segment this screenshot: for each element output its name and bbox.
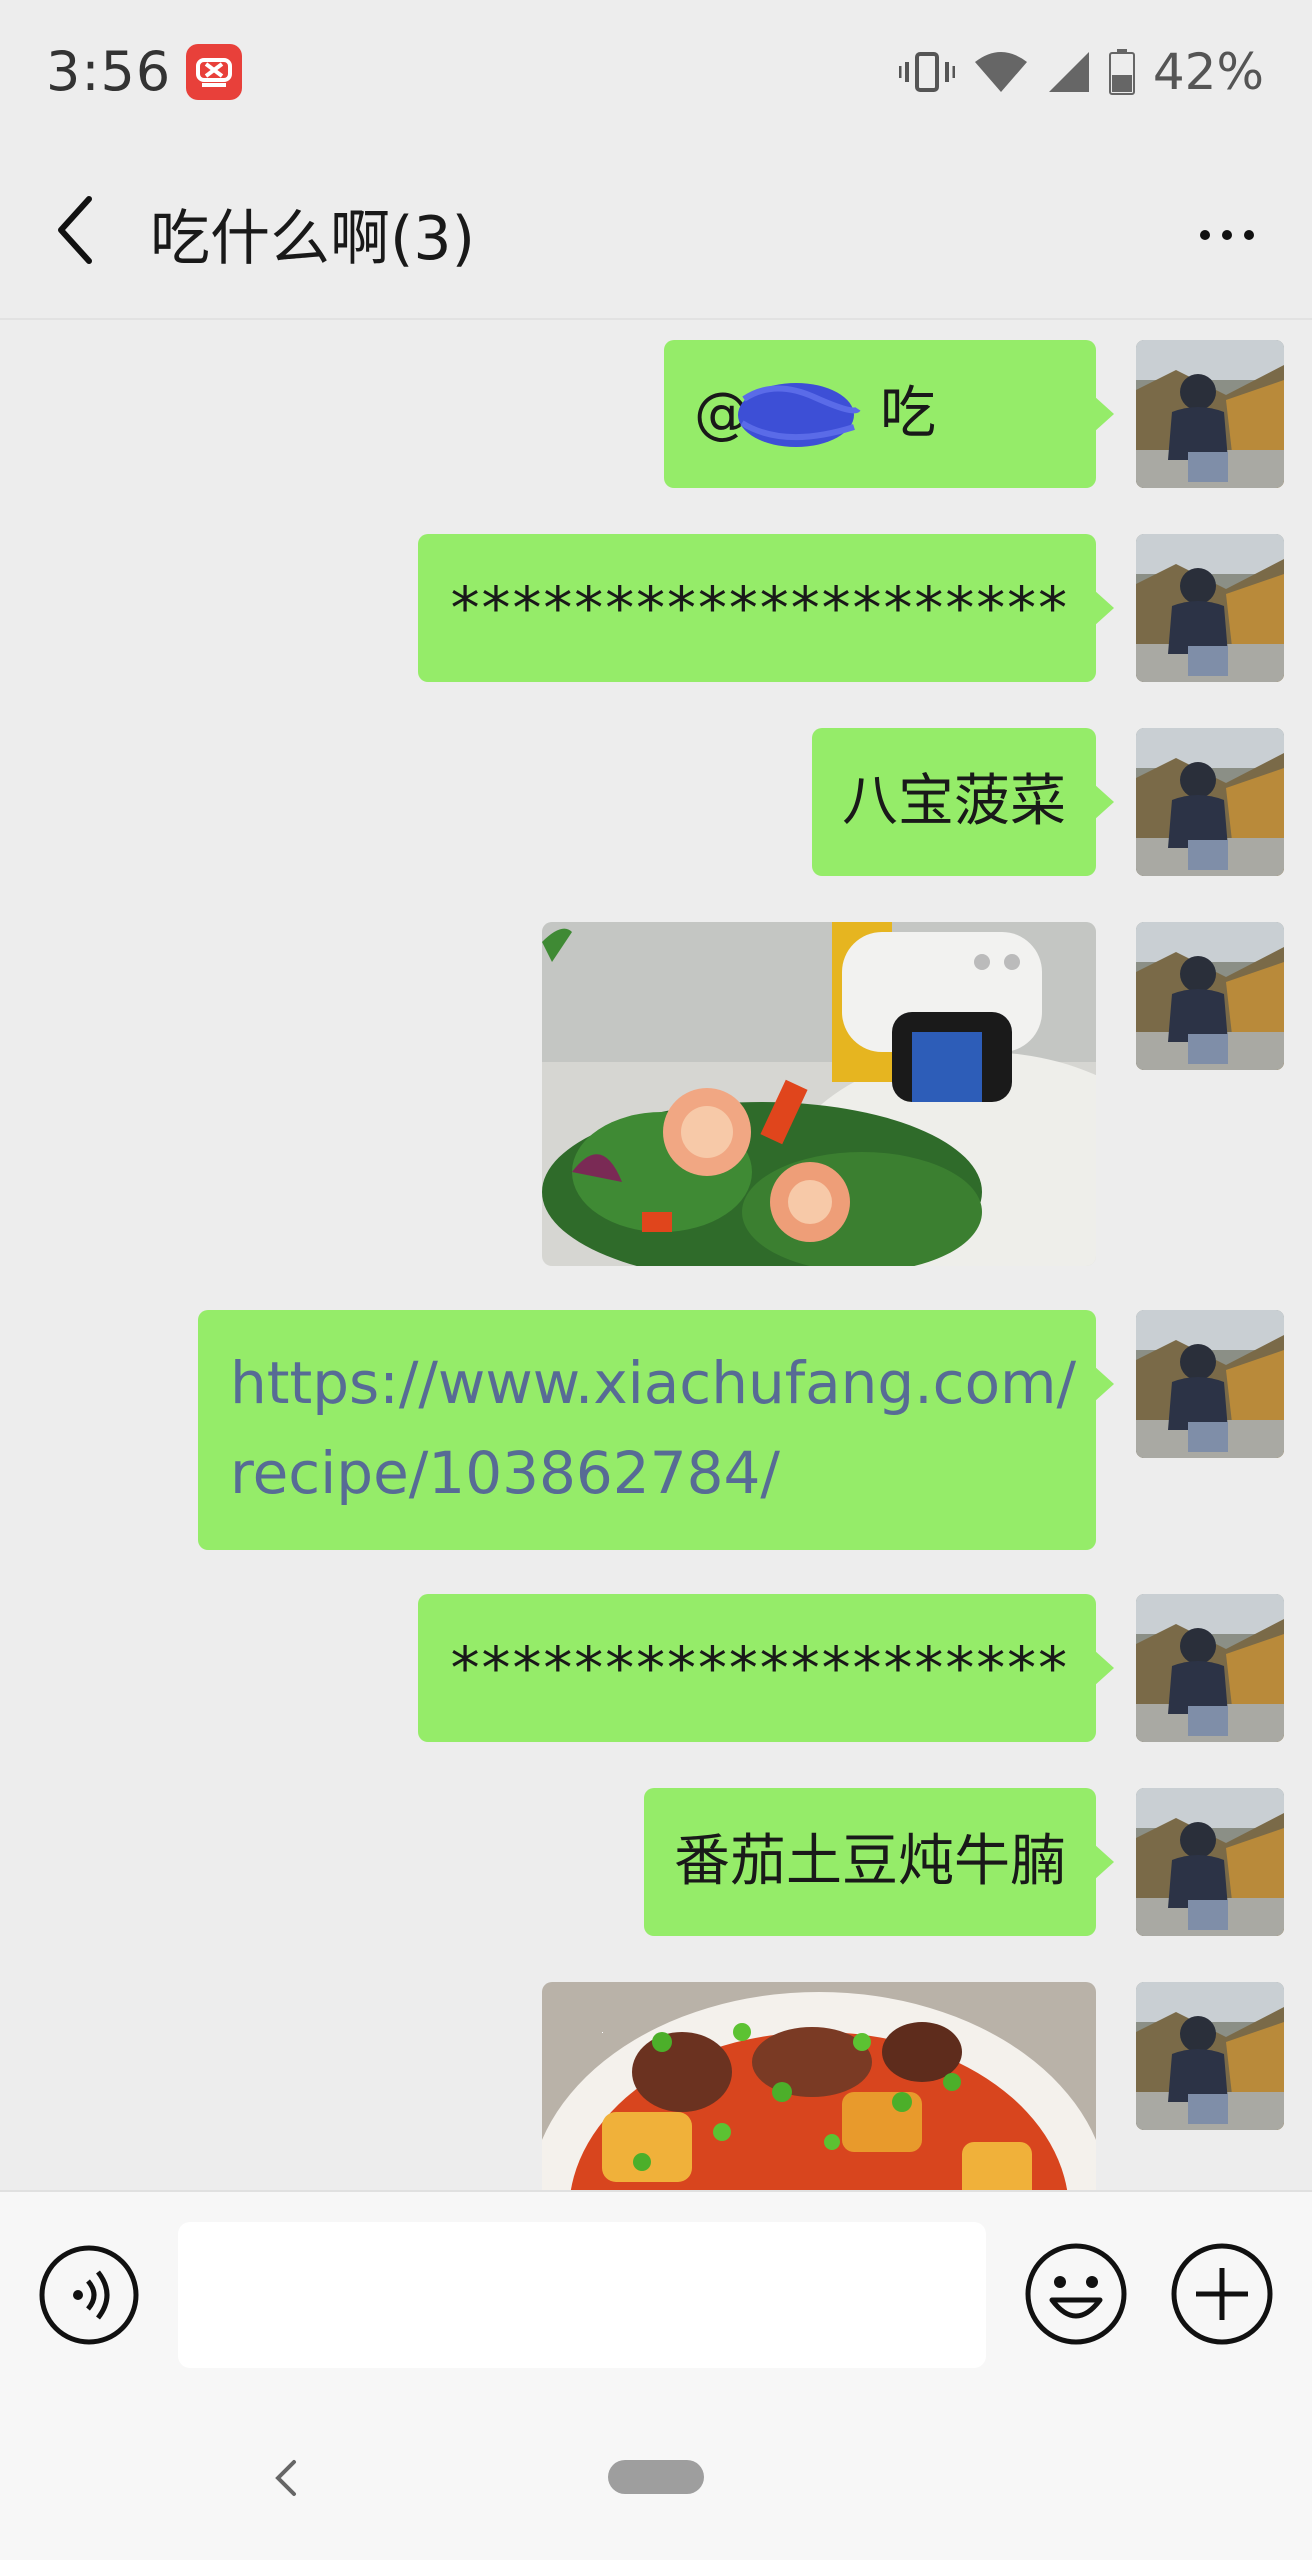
nav-back-icon: [275, 2460, 296, 2496]
input-bar: [0, 2190, 1312, 2402]
more-functions-button[interactable]: [1170, 2242, 1274, 2346]
link-text-line2[interactable]: recipe/103862784/: [230, 1428, 1064, 1518]
signal-icon: [1048, 52, 1089, 92]
message-bubble[interactable]: ********************: [417, 1594, 1115, 1742]
avatar[interactable]: [1136, 1982, 1284, 2130]
avatar[interactable]: [1136, 1594, 1284, 1742]
beef-stew-image[interactable]: [542, 1982, 1096, 2190]
battery-percent: 42%: [1152, 43, 1264, 101]
message-bubble[interactable]: 八宝菠菜: [812, 728, 1114, 876]
battery-icon: [1108, 49, 1135, 95]
vibrate-icon: [898, 52, 955, 92]
title-bar: 吃什么啊(3): [0, 145, 1312, 320]
avatar[interactable]: [1136, 340, 1284, 488]
message-bubble[interactable]: ********************: [417, 534, 1115, 682]
message-row: https://www.xiachufang.com/ recipe/10386…: [198, 1310, 1284, 1550]
message-row: 番茄土豆炖牛腩: [644, 1788, 1284, 1936]
message-row: [542, 922, 1284, 1266]
message-text: ********************: [447, 574, 1070, 642]
chat-screen: 3:56 42% 吃什么啊(3) @吃 ********************…: [0, 0, 1312, 2560]
shrimp-dish-image[interactable]: [542, 922, 1096, 1266]
message-input[interactable]: [178, 2222, 986, 2368]
more-dot: [1200, 230, 1210, 240]
chat-messages[interactable]: @吃 ******************** 八宝菠菜 https://www…: [0, 322, 1312, 2190]
chat-title: 吃什么啊(3): [150, 204, 475, 274]
message-text: ********************: [447, 1634, 1070, 1702]
mention-text: @吃: [694, 369, 1066, 459]
redacted-name-scribble: [738, 383, 861, 447]
message-text: 番茄土豆炖牛腩: [674, 1829, 1066, 1894]
avatar[interactable]: [1136, 922, 1284, 1070]
message-bubble[interactable]: 番茄土豆炖牛腩: [644, 1788, 1114, 1936]
avatar[interactable]: [1136, 1310, 1284, 1458]
message-bubble[interactable]: @吃: [664, 340, 1114, 488]
nav-back-button[interactable]: [262, 2446, 310, 2510]
avatar[interactable]: [1136, 728, 1284, 876]
wifi-icon: [974, 52, 1027, 92]
message-row: ********************: [417, 534, 1284, 682]
back-button[interactable]: [40, 185, 110, 275]
avatar[interactable]: [1136, 534, 1284, 682]
emoji-button[interactable]: [1024, 2242, 1128, 2346]
status-icons: 42%: [898, 43, 1264, 101]
nav-home-pill[interactable]: [608, 2460, 704, 2494]
link-bubble[interactable]: https://www.xiachufang.com/ recipe/10386…: [198, 1310, 1114, 1550]
message-row: ********************: [417, 1594, 1284, 1742]
voice-icon: [39, 2245, 139, 2345]
back-arrow-icon: [58, 196, 92, 264]
xiachufang-app-icon: [186, 44, 242, 100]
more-dot: [1244, 230, 1254, 240]
more-button[interactable]: [1182, 195, 1272, 275]
message-row: @吃: [664, 340, 1284, 488]
message-row: 八宝菠菜: [812, 728, 1284, 876]
more-dot: [1222, 230, 1232, 240]
system-nav-bar: [0, 2402, 1312, 2560]
voice-button[interactable]: [38, 2244, 140, 2346]
plus-icon: [1171, 2243, 1273, 2345]
avatar[interactable]: [1136, 1788, 1284, 1936]
message-row: [542, 1982, 1284, 2190]
message-text: 八宝菠菜: [842, 769, 1066, 834]
status-bar: 3:56 42%: [0, 0, 1312, 145]
status-time: 3:56: [46, 40, 172, 103]
emoji-icon: [1025, 2243, 1127, 2345]
link-text-line1[interactable]: https://www.xiachufang.com/: [230, 1338, 1076, 1428]
